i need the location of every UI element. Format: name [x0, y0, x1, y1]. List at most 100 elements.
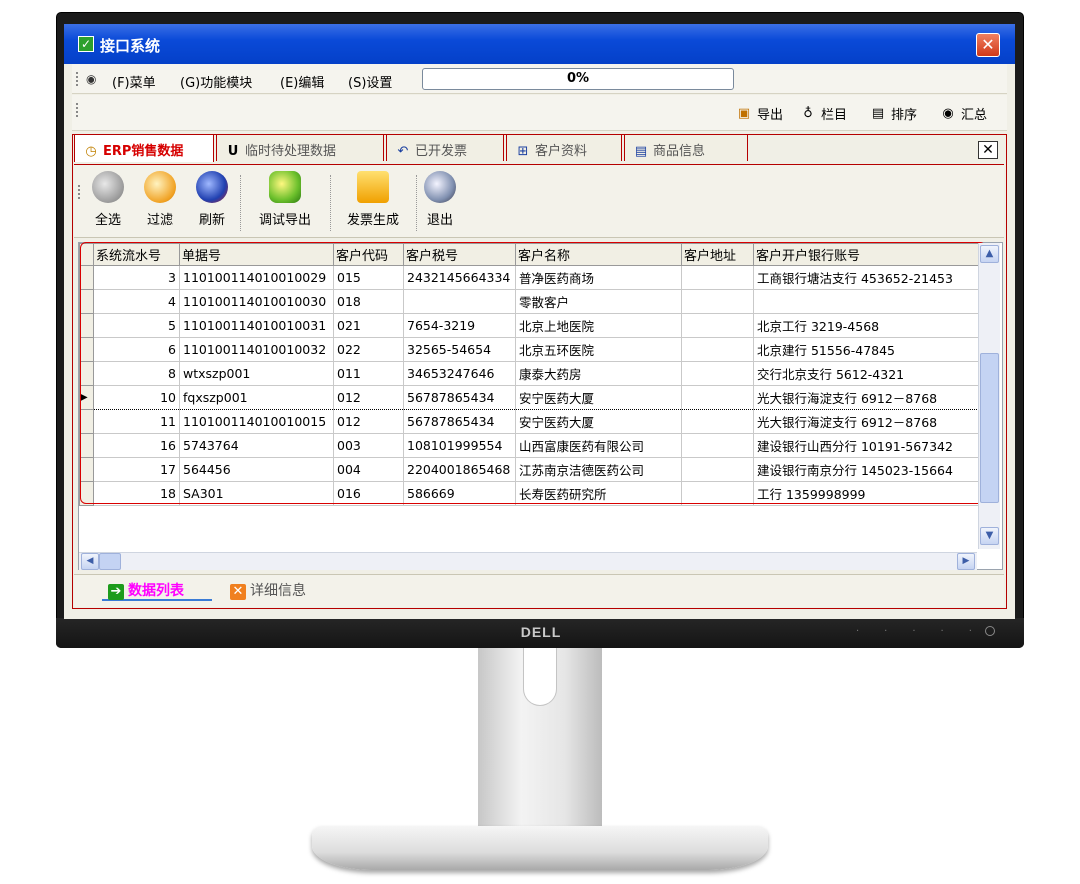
table-cell[interactable] — [681, 409, 754, 434]
row-header[interactable] — [79, 337, 94, 362]
table-cell[interactable]: 108101999554 — [403, 433, 516, 458]
column-header[interactable]: 系统流水号 — [93, 243, 180, 266]
table-cell[interactable]: 5 — [93, 313, 180, 338]
table-cell[interactable] — [681, 313, 754, 338]
table-cell[interactable]: 工商银行塘沽支行 453652-21453 — [753, 265, 986, 290]
table-row[interactable]: 11 110100114010010015 012 56787865434 安宁医药大厦… — [79, 409, 986, 434]
column-header[interactable]: 单据号 — [179, 243, 334, 266]
summary-button[interactable]: ◉ 汇总 — [940, 104, 987, 124]
row-header[interactable] — [79, 289, 94, 314]
toolbar-grip[interactable] — [78, 185, 81, 199]
horizontal-scrollbar[interactable]: ◀ ▶ — [79, 552, 977, 570]
scroll-down-icon[interactable]: ▼ — [980, 527, 999, 545]
scroll-up-icon[interactable]: ▲ — [980, 245, 999, 263]
column-header[interactable]: 客户名称 — [515, 243, 682, 266]
table-cell[interactable]: 11 — [93, 409, 180, 434]
table-cell[interactable]: 8 — [93, 361, 180, 386]
tab-customers[interactable]: ⊞ 客户资料 — [506, 134, 622, 161]
row-header[interactable] — [79, 409, 94, 434]
filter-button[interactable]: 过滤 — [142, 169, 178, 228]
table-cell[interactable] — [753, 289, 986, 314]
table-cell[interactable] — [681, 457, 754, 482]
table-row[interactable]: ▶ 10 fqxszp001 012 56787865434 安宁医药大厦 光大银行海淀支行… — [79, 385, 986, 410]
table-cell[interactable]: 4 — [93, 289, 180, 314]
debug-export-button[interactable]: 调试导出 — [250, 169, 320, 228]
table-cell[interactable]: 北京工行 3219-4568 — [753, 313, 986, 338]
data-grid[interactable]: 系统流水号 单据号 客户代码 客户税号 客户名称 客户地址 客户开户银行账号 3… — [78, 242, 1003, 570]
table-cell[interactable]: 建设银行山西分行 10191-567342 — [753, 433, 986, 458]
sort-button[interactable]: ▤ 排序 — [870, 104, 917, 124]
window-close-button[interactable]: ✕ — [976, 33, 1000, 57]
table-cell[interactable]: 普净医药商场 — [515, 265, 682, 290]
tab-products[interactable]: ▤ 商品信息 — [624, 134, 748, 161]
table-cell[interactable]: 2204001865468 — [403, 457, 516, 482]
table-row[interactable]: 4 110100114010010030 018 零散客户 — [79, 289, 986, 314]
generate-invoice-button[interactable]: 发票生成 — [338, 169, 408, 228]
table-cell[interactable]: 018 — [333, 289, 404, 314]
vertical-scroll-thumb[interactable] — [980, 353, 999, 503]
table-cell[interactable]: 110100114010010032 — [179, 337, 334, 362]
menu-modules[interactable]: (G)功能模块 — [180, 72, 252, 91]
row-indicator-icon[interactable]: ▶ — [79, 385, 94, 410]
table-cell[interactable]: 16 — [93, 433, 180, 458]
row-header[interactable] — [79, 265, 94, 290]
table-row[interactable]: 3 110100114010010029 015 2432145664334 普净医药商… — [79, 265, 986, 290]
table-cell[interactable]: 3 — [93, 265, 180, 290]
table-cell[interactable]: 北京建行 51556-47845 — [753, 337, 986, 362]
table-cell[interactable]: 32565-54654 — [403, 337, 516, 362]
scroll-right-icon[interactable]: ▶ — [957, 553, 975, 570]
table-cell[interactable]: 012 — [333, 385, 404, 410]
tab-erp-sales[interactable]: ◷ ERP销售数据 — [74, 134, 214, 162]
table-cell[interactable]: wtxszp001 — [179, 361, 334, 386]
row-header[interactable] — [79, 433, 94, 458]
tab-data-list[interactable]: ➔ 数据列表 — [102, 577, 212, 601]
tab-issued-invoices[interactable]: ↶ 已开发票 — [386, 134, 504, 161]
table-cell[interactable]: 022 — [333, 337, 404, 362]
table-cell[interactable]: 零散客户 — [515, 289, 682, 314]
column-header[interactable]: 客户代码 — [333, 243, 404, 266]
table-cell[interactable]: 北京五环医院 — [515, 337, 682, 362]
toolbar-grip[interactable] — [76, 103, 79, 117]
table-cell[interactable] — [681, 265, 754, 290]
table-cell[interactable] — [681, 289, 754, 314]
table-cell[interactable]: 光大银行海淀支行 6912－8768 — [753, 385, 986, 410]
table-row[interactable]: 18 SA301 016 586669 长寿医药研究所 工行 1359998999 — [79, 481, 986, 506]
export-button[interactable]: ▣ 导出 — [736, 104, 783, 124]
table-cell[interactable] — [681, 385, 754, 410]
table-cell[interactable] — [681, 433, 754, 458]
column-header[interactable]: 客户税号 — [403, 243, 516, 266]
table-cell[interactable]: 光大银行海淀支行 6912－8768 — [753, 409, 986, 434]
table-cell[interactable]: 6 — [93, 337, 180, 362]
table-cell[interactable]: 564456 — [179, 457, 334, 482]
table-cell[interactable]: 18 — [93, 481, 180, 506]
table-cell[interactable]: 7654-3219 — [403, 313, 516, 338]
refresh-button[interactable]: 刷新 — [194, 169, 230, 228]
menu-edit[interactable]: (E)编辑 — [280, 72, 324, 91]
table-cell[interactable]: 江苏南京洁德医药公司 — [515, 457, 682, 482]
table-cell[interactable]: 2432145664334 — [403, 265, 516, 290]
vertical-scrollbar[interactable]: ▲ ▼ — [978, 243, 1000, 549]
table-cell[interactable]: 56787865434 — [403, 385, 516, 410]
table-cell[interactable]: 交行北京支行 5612-4321 — [753, 361, 986, 386]
scroll-left-icon[interactable]: ◀ — [81, 553, 99, 570]
table-cell[interactable] — [681, 361, 754, 386]
table-cell[interactable]: 长寿医药研究所 — [515, 481, 682, 506]
table-cell[interactable]: 10 — [93, 385, 180, 410]
close-tab-button[interactable]: ✕ — [978, 141, 998, 159]
menu-settings[interactable]: (S)设置 — [348, 72, 392, 91]
table-cell[interactable] — [403, 289, 516, 314]
title-bar[interactable]: ✓ 接口系统 ✕ — [64, 24, 1015, 64]
table-cell[interactable]: 012 — [333, 409, 404, 434]
table-cell[interactable]: 110100114010010015 — [179, 409, 334, 434]
table-row[interactable]: 17 564456 004 2204001865468 江苏南京洁德医药公司 建设银行南京… — [79, 457, 986, 482]
row-header[interactable] — [79, 481, 94, 506]
table-cell[interactable]: 34653247646 — [403, 361, 516, 386]
table-row[interactable]: 8 wtxszp001 011 34653247646 康泰大药房 交行北京支行 5612… — [79, 361, 986, 386]
table-cell[interactable]: 建设银行南京分行 145023-15664 — [753, 457, 986, 482]
table-cell[interactable]: 110100114010010030 — [179, 289, 334, 314]
table-cell[interactable]: 021 — [333, 313, 404, 338]
table-cell[interactable]: 004 — [333, 457, 404, 482]
tab-temp-data[interactable]: U 临时待处理数据 — [216, 134, 384, 161]
toolbar-grip[interactable] — [76, 72, 79, 86]
table-cell[interactable]: 110100114010010029 — [179, 265, 334, 290]
